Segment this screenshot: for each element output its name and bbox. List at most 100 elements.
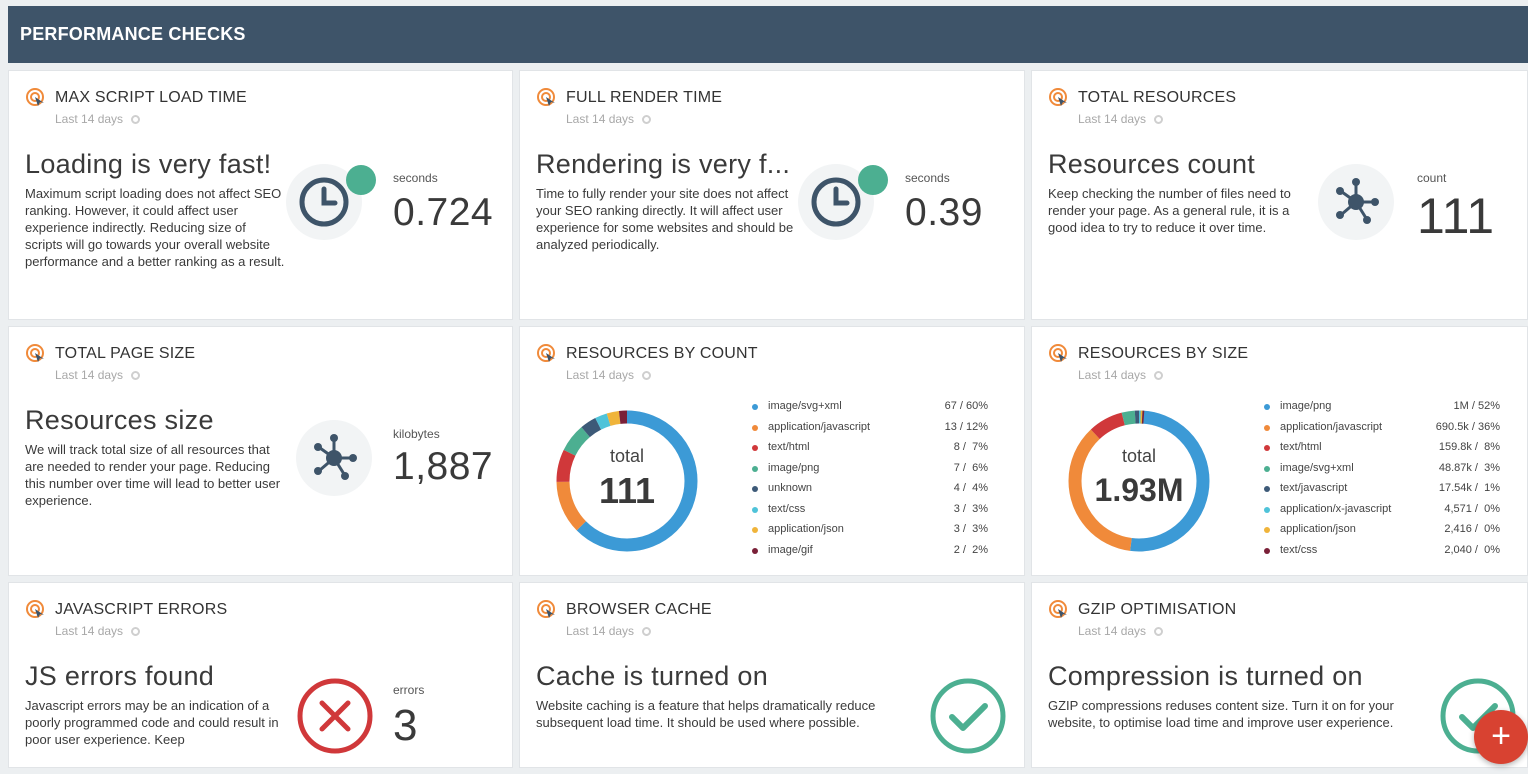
- info-icon[interactable]: [642, 115, 652, 124]
- card-title: RESOURCES BY SIZE: [1078, 345, 1249, 362]
- metric-label: errors: [393, 683, 425, 697]
- legend-swatch: [1264, 465, 1270, 472]
- legend-swatch: [1264, 527, 1270, 533]
- donut-chart-wrap: total 1.93M: [1064, 406, 1214, 556]
- card-headline: Compression is turned on: [1048, 661, 1363, 691]
- target-icon: [26, 344, 44, 362]
- legend-swatch: [752, 404, 758, 410]
- info-icon[interactable]: [642, 627, 652, 636]
- card-description: Maximum script loading does not affect S…: [25, 186, 285, 269]
- legend-swatch: [752, 465, 758, 472]
- card-gzip-optimisation[interactable]: GZIP OPTIMISATION Last 14 days Compressi…: [1031, 582, 1528, 768]
- card-title: GZIP OPTIMISATION: [1078, 601, 1237, 618]
- section-title: PERFORMANCE CHECKS: [20, 24, 246, 44]
- legend-item[interactable]: application/x-javascript 4,571 / 0%: [1264, 503, 1500, 524]
- metric-value: 0.724: [393, 191, 494, 234]
- legend-label: image/svg+xml: [768, 400, 842, 412]
- legend-item[interactable]: application/json 3 / 3%: [752, 523, 988, 544]
- metric-value: 0.39: [905, 191, 983, 234]
- card-description: We will track total size of all resource…: [25, 442, 281, 508]
- legend-value: 7 / 6%: [953, 461, 988, 474]
- legend-label: text/css: [768, 502, 806, 515]
- card-max-script-load-time[interactable]: MAX SCRIPT LOAD TIME Last 14 days Loadin…: [8, 70, 513, 320]
- card-subtitle: Last 14 days: [55, 368, 141, 382]
- donut-center-label: total: [609, 446, 645, 466]
- add-button[interactable]: +: [1474, 710, 1528, 764]
- legend-item[interactable]: application/json 2,416 / 0%: [1264, 523, 1500, 544]
- legend-value: 1M / 52%: [1453, 400, 1500, 412]
- info-icon[interactable]: [1154, 115, 1164, 124]
- card-subtitle: Last 14 days: [1078, 368, 1164, 382]
- legend-item[interactable]: image/png 1M / 52%: [1264, 400, 1500, 421]
- donut-center-value: 111: [598, 470, 656, 511]
- metric-value: 1,887: [393, 445, 494, 488]
- chart-legend: image/svg+xml 67 / 60% application/javascr…: [752, 400, 988, 564]
- legend-label: text/html: [768, 441, 810, 453]
- info-icon[interactable]: [642, 371, 652, 380]
- legend-swatch: [1264, 404, 1270, 410]
- card-resources-by-count[interactable]: RESOURCES BY COUNT Last 14 days total 11…: [519, 326, 1025, 576]
- network-icon: [296, 420, 372, 496]
- legend-item[interactable]: application/javascript 690.5k / 36%: [1264, 421, 1500, 442]
- card-headline: Resources count: [1048, 149, 1256, 179]
- card-subtitle: Last 14 days: [566, 368, 652, 382]
- card-headline: Resources size: [25, 405, 214, 435]
- card-description: Keep checking the number of files need t…: [1048, 186, 1291, 235]
- card-total-page-size[interactable]: TOTAL PAGE SIZE Last 14 days Resources s…: [8, 326, 513, 576]
- legend-value: 13 / 12%: [944, 420, 988, 433]
- legend-item[interactable]: text/css 2,040 / 0%: [1264, 544, 1500, 565]
- metric-label: kilobytes: [393, 427, 440, 441]
- info-icon[interactable]: [1154, 371, 1164, 380]
- legend-label: unknown: [768, 482, 813, 494]
- info-icon[interactable]: [131, 627, 141, 636]
- legend-value: 17.54k / 1%: [1438, 482, 1500, 494]
- card-browser-cache[interactable]: BROWSER CACHE Last 14 days Cache is turn…: [519, 582, 1025, 768]
- card-description: Website caching is a feature that helps …: [536, 698, 876, 730]
- card-headline: JS errors found: [25, 661, 215, 691]
- legend-value: 2,416 / 0%: [1444, 523, 1500, 535]
- legend-label: application/javascript: [768, 420, 871, 433]
- legend-label: text/html: [1280, 441, 1322, 453]
- legend-item[interactable]: text/css 3 / 3%: [752, 503, 988, 524]
- legend-item[interactable]: unknown 4 / 4%: [752, 482, 988, 503]
- target-icon: [537, 600, 555, 618]
- legend-item[interactable]: image/png 7 / 6%: [752, 462, 988, 483]
- legend-label: application/json: [768, 523, 844, 535]
- legend-label: text/javascript: [1280, 482, 1348, 494]
- section-header: PERFORMANCE CHECKS: [8, 6, 1528, 63]
- legend-value: 67 / 60%: [944, 400, 988, 412]
- card-full-render-time[interactable]: FULL RENDER TIME Last 14 days Rendering …: [519, 70, 1025, 320]
- legend-label: image/svg+xml: [1280, 461, 1354, 474]
- legend-label: text/css: [1280, 543, 1318, 556]
- legend-item[interactable]: image/svg+xml 67 / 60%: [752, 400, 988, 421]
- legend-item[interactable]: text/html 159.8k / 8%: [1264, 441, 1500, 462]
- legend-value: 159.8k / 8%: [1438, 441, 1500, 453]
- card-title: BROWSER CACHE: [566, 601, 712, 618]
- legend-swatch: [752, 547, 758, 554]
- legend-item[interactable]: text/javascript 17.54k / 1%: [1264, 482, 1500, 503]
- metric-label: count: [1417, 171, 1447, 185]
- legend-swatch: [752, 506, 758, 513]
- metric-label: seconds: [393, 171, 438, 185]
- legend-item[interactable]: text/html 8 / 7%: [752, 441, 988, 462]
- legend-label: application/x-javascript: [1280, 502, 1392, 515]
- legend-item[interactable]: image/svg+xml 48.87k / 3%: [1264, 462, 1500, 483]
- card-description: Javascript errors may be an indication o…: [25, 698, 279, 747]
- info-icon[interactable]: [1154, 627, 1164, 636]
- legend-swatch: [752, 486, 758, 492]
- legend-item[interactable]: application/javascript 13 / 12%: [752, 421, 988, 442]
- info-icon[interactable]: [131, 115, 141, 124]
- card-subtitle: Last 14 days: [1078, 112, 1164, 126]
- card-subtitle: Last 14 days: [55, 112, 141, 126]
- card-headline: Rendering is very f...: [536, 149, 791, 179]
- card-total-resources[interactable]: TOTAL RESOURCES Last 14 days Resources c…: [1031, 70, 1528, 320]
- card-javascript-errors[interactable]: JAVASCRIPT ERRORS Last 14 days JS errors…: [8, 582, 513, 768]
- legend-label: image/png: [1280, 400, 1332, 412]
- info-icon[interactable]: [131, 371, 141, 380]
- card-title: TOTAL PAGE SIZE: [55, 345, 196, 362]
- legend-value: 2,040 / 0%: [1444, 543, 1500, 556]
- card-subtitle: Last 14 days: [1078, 624, 1164, 638]
- legend-value: 3 / 3%: [953, 502, 988, 515]
- legend-item[interactable]: image/gif 2 / 2%: [752, 544, 988, 565]
- card-resources-by-size[interactable]: RESOURCES BY SIZE Last 14 days total 1.9…: [1031, 326, 1528, 576]
